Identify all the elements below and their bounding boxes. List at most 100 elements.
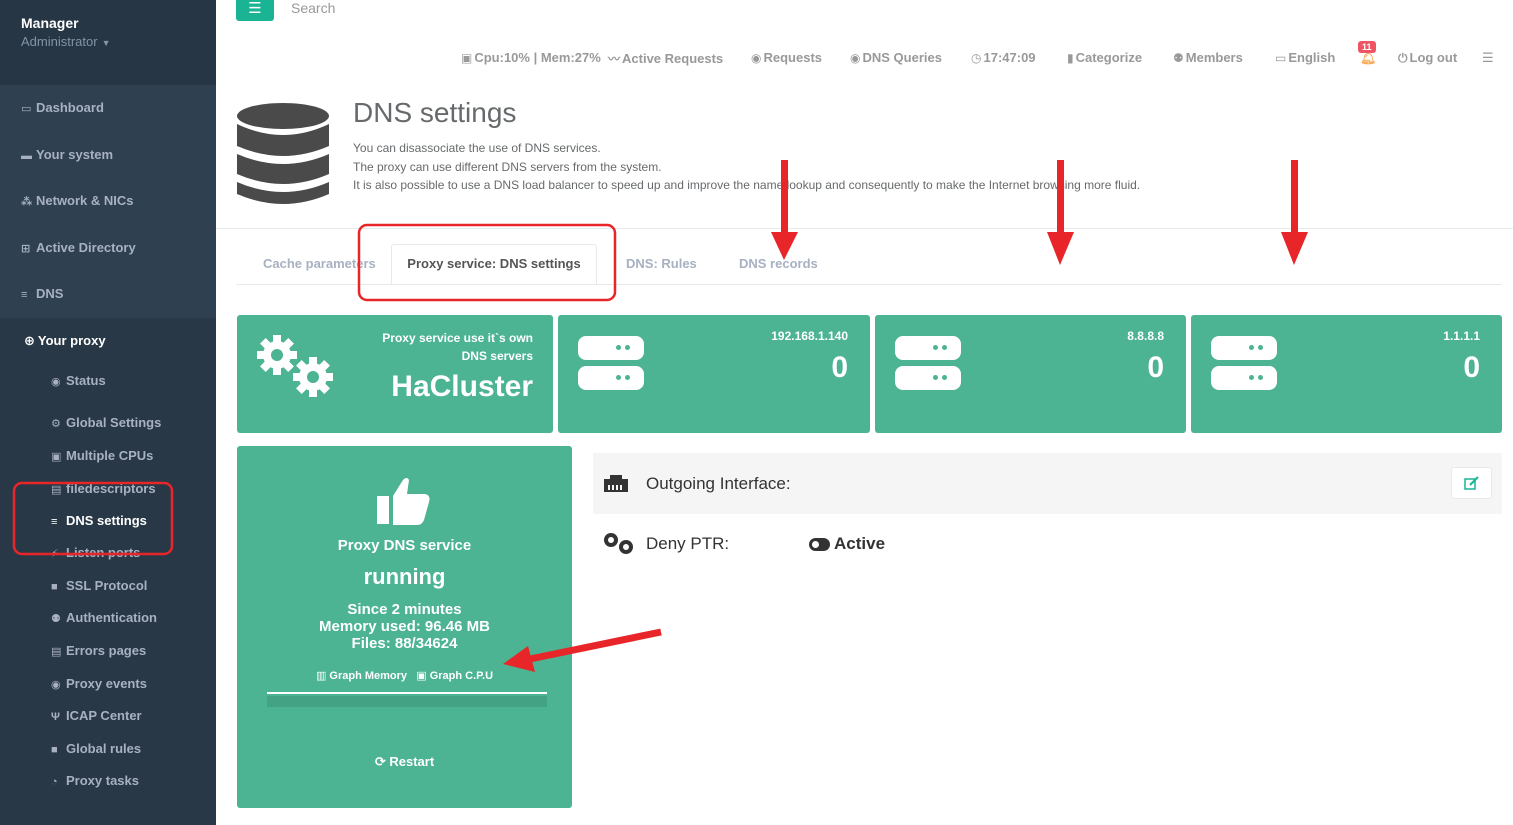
dns-queries-link[interactable]: ◉ DNS Queries — [850, 50, 942, 65]
sidebar-sub-dns-settings[interactable]: ≡ DNS settings — [51, 513, 147, 528]
service-since: Since 2 minutes — [347, 601, 462, 618]
server-icon — [578, 366, 644, 390]
sidebar-item-label: DNS — [36, 286, 64, 301]
categorize-link[interactable]: ▮ Categorize — [1067, 50, 1142, 65]
memory-icon: ▥ — [315, 670, 327, 682]
sidebar-sub-label: Global Settings — [66, 415, 162, 430]
dns-server-widget: 8.8.8.8 0 — [875, 315, 1186, 433]
restart-button[interactable]: ⟳ Restart — [237, 754, 572, 770]
service-title: Proxy DNS service — [337, 537, 472, 554]
chip-icon: ▣ — [416, 670, 427, 682]
eye-icon: ◉ — [751, 51, 762, 65]
graph-cpu-link[interactable]: ▣ Graph C.P.U — [416, 670, 493, 682]
graph-memory-link[interactable]: ▥ Graph Memory — [316, 670, 407, 682]
tab-cache-parameters[interactable]: Cache parameters — [263, 256, 376, 271]
language-label: English — [1288, 50, 1336, 65]
stats-text: Cpu:10% | Mem:27% — [474, 50, 601, 65]
sidebar-sub-status[interactable]: ◉ Status — [51, 373, 106, 388]
cogs-icon — [604, 533, 633, 554]
tab-dns-rules[interactable]: DNS: Rules — [626, 256, 697, 271]
sidebar-item-active-directory[interactable]: ⊞ Active Directory — [0, 240, 216, 255]
sidebar-sub-filedescriptors[interactable]: ▤ filedescriptors — [51, 481, 156, 496]
sidebar-item-label: Network & NICs — [36, 193, 134, 208]
language-link[interactable]: ▭ English — [1275, 50, 1335, 65]
server-icon — [1211, 336, 1277, 360]
profile-role: Administrator — [21, 34, 98, 49]
progress-line — [267, 692, 547, 694]
sidebar-sub-authentication[interactable]: ⚉ Authentication — [51, 610, 157, 625]
chip-icon: ▣ — [51, 451, 62, 463]
proxy-dns-cluster-widget: Proxy service use it`s own DNS servers Ha… — [237, 315, 553, 433]
tab-dns-records[interactable]: DNS records — [739, 256, 818, 271]
thumbs-up-icon — [377, 478, 430, 525]
tab-proxy-dns-settings[interactable]: Proxy service: DNS settings — [391, 244, 597, 285]
ethernet-icon — [604, 475, 628, 492]
sidebar-sub-label: Status — [66, 373, 106, 388]
dns-server-count: 0 — [1147, 351, 1164, 384]
dns-server-ip: 8.8.8.8 — [1127, 329, 1164, 343]
sidebar-item-dns[interactable]: ≡ DNS — [0, 286, 216, 301]
file-text-icon: ▤ — [51, 646, 62, 658]
plug-icon: Ψ — [51, 711, 60, 723]
sidebar-sub-label: Proxy events — [66, 676, 147, 691]
cogs-icon — [257, 335, 333, 397]
deny-ptr-value: Active — [834, 534, 886, 553]
chip-icon: ▣ — [461, 51, 473, 65]
sidebar-sub-global-settings[interactable]: ⚙ Global Settings — [51, 415, 161, 430]
database-icon: ≡ — [21, 289, 28, 301]
outgoing-interface-label: Outgoing Interface: — [646, 474, 791, 493]
sidebar-sub-global-rules[interactable]: ■ Global rules — [51, 741, 141, 756]
dashboard-icon: ▭ — [21, 103, 32, 115]
notification-badge: 11 — [1358, 41, 1376, 53]
sidebar-item-network[interactable]: ⁂ Network & NICs — [0, 193, 216, 208]
description-line: The proxy can use different DNS servers … — [353, 160, 662, 174]
cogs-icon: ⚙ — [51, 418, 61, 430]
globe-icon: ⊕ — [24, 333, 35, 348]
deny-ptr-toggle[interactable]: Active — [809, 534, 885, 554]
arrow-icon — [771, 160, 798, 260]
sidebar-sub-proxy-events[interactable]: ◉ Proxy events — [51, 676, 147, 691]
clock-icon: ◷ — [971, 51, 982, 65]
arrow-icon — [1281, 160, 1308, 265]
search-input[interactable]: Search — [291, 0, 335, 16]
square-icon: ■ — [51, 744, 58, 756]
eye-icon: ◉ — [51, 679, 61, 691]
cpu-mem-stats[interactable]: ▣ Cpu:10% | Mem:27% — [461, 50, 601, 65]
members-link[interactable]: ⚉ Members — [1173, 50, 1243, 65]
server-icon: ▬ — [21, 150, 32, 162]
dns-server-widget: 192.168.1.140 0 — [558, 315, 870, 433]
sidebar-sub-listen-ports[interactable]: ⚡ Listen ports — [51, 545, 140, 560]
description-line: It is also possible to use a DNS load ba… — [353, 178, 1141, 192]
menu-toggle-button[interactable]: ☰ — [236, 0, 274, 21]
profile-role-dropdown[interactable]: Administrator ▼ — [21, 34, 195, 49]
sidebar-sub-label: SSL Protocol — [66, 578, 148, 593]
plug-icon: ⚡ — [51, 548, 59, 560]
edit-button[interactable] — [1451, 467, 1492, 499]
sidebar-item-label: Dashboard — [36, 100, 104, 115]
requests-label: Requests — [763, 50, 823, 65]
dns-server-count: 0 — [831, 351, 848, 384]
sidebar-item-dashboard[interactable]: ▭ Dashboard — [0, 100, 216, 115]
progress-bar — [267, 696, 547, 707]
logout-link[interactable]: ⏻ Log out — [1398, 50, 1457, 66]
cluster-label: Proxy service use it`s own DNS servers — [382, 329, 533, 365]
sidebar-sub-multiple-cpus[interactable]: ▣ Multiple CPUs — [51, 448, 153, 463]
sidebar-sub-ssl-protocol[interactable]: ■ SSL Protocol — [51, 578, 147, 593]
sidebar-item-your-proxy[interactable]: ⊕ Your proxy — [24, 333, 106, 349]
sidebar-item-your-system[interactable]: ▬ Your system — [0, 147, 216, 162]
sidebar: Manager Administrator ▼ ▭ Dashboard ▬ Your … — [0, 0, 216, 825]
requests-link[interactable]: ◉ Requests — [751, 50, 822, 65]
tasks-link[interactable]: ☰ — [1482, 50, 1494, 66]
sidebar-sub-icap-center[interactable]: Ψ ICAP Center — [51, 708, 142, 723]
clock-icon: ◔ — [51, 776, 58, 788]
service-details: Since 2 minutes Memory used: 96.46 MB Fi… — [237, 601, 572, 652]
sidebar-item-label: Your proxy — [37, 333, 106, 348]
sidebar-item-label: Active Directory — [36, 240, 136, 255]
categorize-label: Categorize — [1075, 50, 1143, 65]
sidebar-sub-errors-pages[interactable]: ▤ Errors pages — [51, 643, 146, 658]
arrow-icon — [1047, 160, 1074, 265]
active-requests-link[interactable]: 〰 Active Requests — [608, 50, 723, 67]
sidebar-sub-proxy-tasks[interactable]: ◔ Proxy tasks — [51, 773, 139, 788]
users-icon: ⚉ — [51, 613, 61, 625]
tachometer-icon: ◉ — [51, 376, 61, 388]
